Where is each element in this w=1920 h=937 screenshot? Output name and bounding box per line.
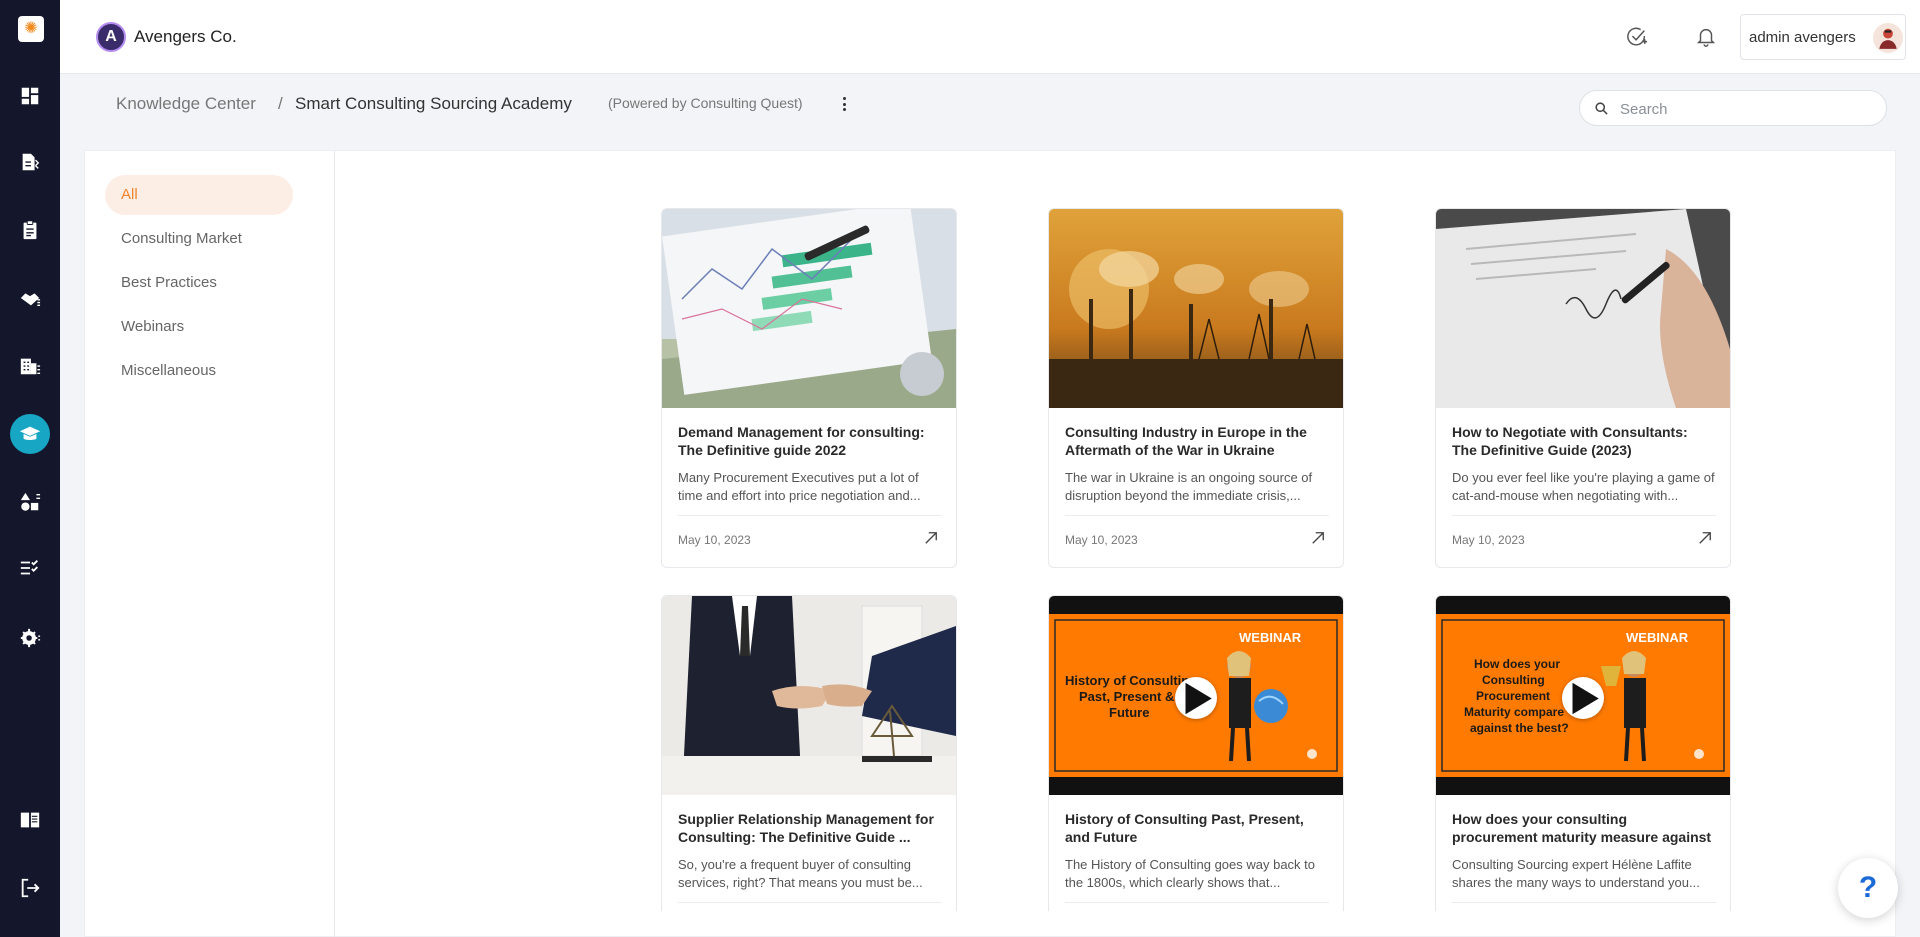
brand-name: Avengers Co. bbox=[134, 27, 237, 46]
article-thumbnail: WEBINAR How does your Consulting Procure… bbox=[1436, 596, 1730, 795]
webinar-badge: WEBINAR bbox=[1239, 630, 1302, 645]
search-input[interactable] bbox=[1620, 98, 1870, 120]
article-title[interactable]: Supplier Relationship Management for Con… bbox=[678, 810, 942, 846]
category-item-consulting-market[interactable]: Consulting Market bbox=[105, 219, 293, 259]
article-card[interactable]: Supplier Relationship Management for Con… bbox=[661, 595, 957, 911]
category-item-webinars[interactable]: Webinars bbox=[105, 307, 293, 347]
article-thumbnail bbox=[1049, 209, 1343, 408]
article-description: Do you ever feel like you're playing a g… bbox=[1452, 470, 1715, 503]
article-title[interactable]: Demand Management for consulting: The De… bbox=[678, 423, 942, 459]
article-card[interactable]: WEBINAR How does your Consulting Procure… bbox=[1435, 595, 1731, 911]
thumb-text-line: against the best? bbox=[1470, 721, 1569, 735]
thumb-text-line: Past, Present & bbox=[1079, 689, 1174, 704]
academy-icon[interactable] bbox=[10, 414, 50, 454]
external-link-icon[interactable] bbox=[922, 529, 940, 547]
article-date: May 10, 2023 bbox=[678, 533, 751, 547]
shapes-icon[interactable] bbox=[14, 486, 46, 518]
app-logo-icon[interactable]: ✺ bbox=[18, 16, 44, 42]
top-bar: A Avengers Co. admin avengers bbox=[60, 0, 1920, 74]
left-rail: ✺ bbox=[0, 0, 60, 937]
thumb-text-line: How does your bbox=[1474, 657, 1560, 671]
thumb-text-line: Procurement bbox=[1476, 689, 1550, 703]
article-date: May 10, 2023 bbox=[1065, 533, 1138, 547]
article-thumbnail bbox=[662, 209, 956, 408]
article-card[interactable]: How to Negotiate with Consultants: The D… bbox=[1435, 208, 1731, 568]
article-card[interactable]: Demand Management for consulting: The De… bbox=[661, 208, 957, 568]
article-title[interactable]: How to Negotiate with Consultants: The D… bbox=[1452, 423, 1716, 459]
help-button[interactable]: ? bbox=[1838, 858, 1898, 918]
article-description: The History of Consulting goes way back … bbox=[1065, 857, 1316, 890]
powered-by-label: (Powered by Consulting Quest) bbox=[608, 95, 803, 111]
building-icon[interactable] bbox=[14, 350, 46, 382]
external-link-icon[interactable] bbox=[1696, 529, 1714, 547]
knowledge-panel: All Consulting Market Best Practices Web… bbox=[84, 150, 1896, 937]
bell-icon[interactable] bbox=[1693, 24, 1719, 50]
breadcrumb-root[interactable]: Knowledge Center bbox=[116, 94, 256, 114]
brand-logo-icon[interactable]: A bbox=[96, 22, 126, 52]
article-description: Many Procurement Executives put a lot of… bbox=[678, 470, 921, 503]
search-icon bbox=[1595, 102, 1608, 115]
article-thumbnail: WEBINAR History of Consulting: Past, Pre… bbox=[1049, 596, 1343, 795]
handshake-icon[interactable] bbox=[14, 282, 46, 314]
checklist-icon[interactable] bbox=[14, 552, 46, 584]
thumb-text-line: Maturity compare bbox=[1464, 705, 1564, 719]
article-description: So, you're a frequent buyer of consultin… bbox=[678, 857, 923, 890]
article-card[interactable]: WEBINAR History of Consulting: Past, Pre… bbox=[1048, 595, 1344, 911]
play-button[interactable] bbox=[1175, 677, 1217, 719]
article-title[interactable]: History of Consulting Past, Present, and… bbox=[1065, 810, 1329, 846]
category-item-best-practices[interactable]: Best Practices bbox=[105, 263, 293, 303]
article-date: May 10, 2023 bbox=[1452, 533, 1525, 547]
article-thumbnail bbox=[1436, 209, 1730, 408]
clipboard-icon[interactable] bbox=[14, 214, 46, 246]
sourcing-icon[interactable] bbox=[14, 146, 46, 178]
article-divider bbox=[1065, 515, 1329, 516]
article-divider bbox=[1065, 902, 1329, 903]
dashboard-icon[interactable] bbox=[14, 80, 46, 112]
category-item-all[interactable]: All bbox=[105, 175, 293, 215]
category-list: All Consulting Market Best Practices Web… bbox=[85, 151, 335, 937]
logout-icon[interactable] bbox=[14, 872, 46, 904]
article-thumbnail bbox=[662, 596, 956, 795]
article-grid: Demand Management for consulting: The De… bbox=[336, 151, 1896, 911]
article-description: Consulting Sourcing expert Hélène Laffit… bbox=[1452, 857, 1700, 890]
search-box[interactable] bbox=[1579, 90, 1887, 126]
task-check-icon[interactable] bbox=[1624, 24, 1650, 50]
webinar-badge: WEBINAR bbox=[1626, 630, 1689, 645]
category-item-miscellaneous[interactable]: Miscellaneous bbox=[105, 351, 293, 391]
thumb-text-line: Consulting bbox=[1482, 673, 1545, 687]
play-button[interactable] bbox=[1562, 677, 1604, 719]
article-divider bbox=[678, 902, 942, 903]
external-link-icon[interactable] bbox=[1309, 529, 1327, 547]
article-divider bbox=[1452, 902, 1716, 903]
article-description: The war in Ukraine is an ongoing source … bbox=[1065, 470, 1313, 503]
settings-icon[interactable] bbox=[14, 622, 46, 654]
article-title[interactable]: Consulting Industry in Europe in the Aft… bbox=[1065, 423, 1329, 459]
book-icon[interactable] bbox=[14, 804, 46, 836]
article-title[interactable]: How does your consulting procurement mat… bbox=[1452, 810, 1716, 846]
article-divider bbox=[1452, 515, 1716, 516]
page-title: Smart Consulting Sourcing Academy bbox=[295, 94, 572, 113]
article-divider bbox=[678, 515, 942, 516]
article-card[interactable]: Consulting Industry in Europe in the Aft… bbox=[1048, 208, 1344, 568]
user-menu[interactable]: admin avengers bbox=[1740, 14, 1906, 60]
breadcrumb-separator: / bbox=[278, 94, 283, 113]
more-options-icon[interactable] bbox=[838, 95, 850, 113]
thumb-text-line: Future bbox=[1109, 705, 1149, 720]
avatar bbox=[1873, 23, 1903, 53]
user-name: admin avengers bbox=[1749, 29, 1856, 46]
